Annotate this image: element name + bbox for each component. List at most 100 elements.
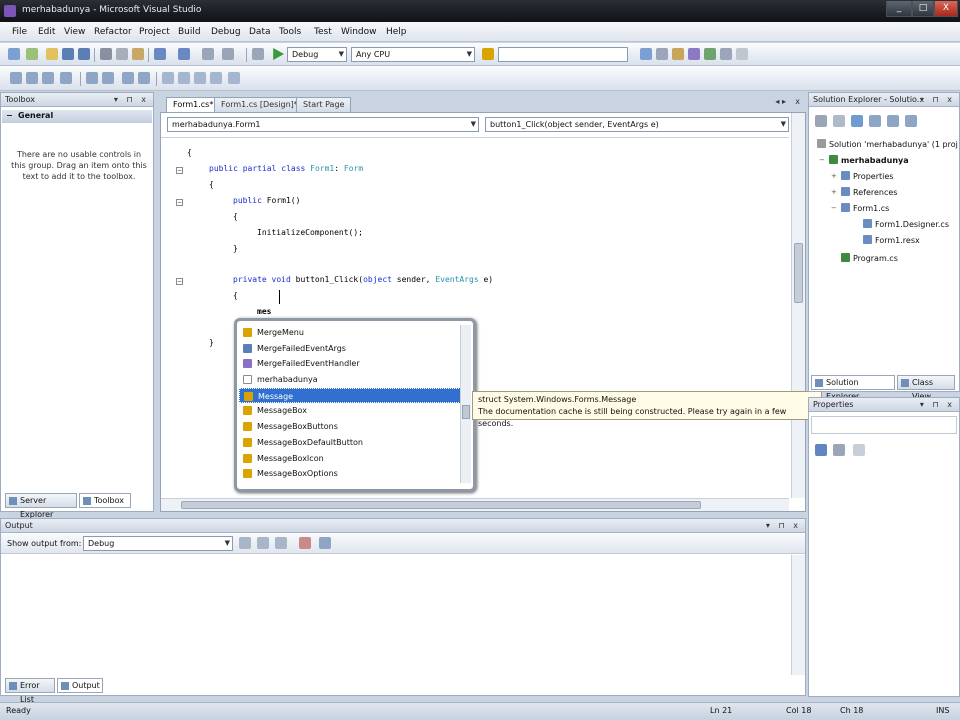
- add-item-icon[interactable]: [26, 48, 38, 60]
- menu-test[interactable]: Test: [314, 27, 332, 37]
- complete-word-icon[interactable]: [60, 72, 72, 84]
- view-code-icon[interactable]: [869, 115, 881, 127]
- format-document-icon[interactable]: [228, 72, 240, 84]
- menu-project[interactable]: Project: [139, 27, 170, 37]
- class-view-icon[interactable]: [720, 48, 732, 60]
- menu-file[interactable]: File: [12, 27, 27, 37]
- menu-window[interactable]: Window: [341, 27, 377, 37]
- alphabetical-icon[interactable]: [833, 444, 845, 456]
- clear-all-icon[interactable]: [299, 537, 311, 549]
- panel-pin-close-icon[interactable]: ▾ ⊓ x: [920, 93, 955, 106]
- menu-view[interactable]: View: [64, 27, 85, 37]
- completion-scrollbar[interactable]: [460, 325, 471, 483]
- find-input[interactable]: [498, 47, 628, 62]
- editor-vertical-scrollbar[interactable]: [791, 113, 805, 498]
- menu-refactor[interactable]: Refactor: [94, 27, 132, 37]
- start-debugging-icon[interactable]: [273, 48, 284, 60]
- undo-icon[interactable]: [154, 48, 166, 60]
- close-button[interactable]: X: [934, 1, 958, 17]
- increase-indent-icon[interactable]: [102, 72, 114, 84]
- clear-bookmarks-icon[interactable]: [210, 72, 222, 84]
- navigate-back-icon[interactable]: [202, 48, 214, 60]
- decrease-indent-icon[interactable]: [86, 72, 98, 84]
- tab-start-page[interactable]: Start Page: [296, 97, 352, 112]
- save-all-icon[interactable]: [78, 48, 90, 60]
- tree-project[interactable]: merhabadunya: [829, 155, 909, 165]
- previous-message-icon[interactable]: [257, 537, 269, 549]
- maximize-button[interactable]: □: [912, 1, 934, 17]
- expand-icon[interactable]: +: [831, 172, 837, 180]
- output-text-area[interactable]: [1, 555, 805, 675]
- toggle-word-wrap-icon[interactable]: [319, 537, 331, 549]
- menu-help[interactable]: Help: [386, 27, 407, 37]
- menu-tools[interactable]: Tools: [279, 27, 301, 37]
- find-in-files-icon[interactable]: [482, 48, 494, 60]
- intellisense-completion-list[interactable]: MergeMenu MergeFailedEventArgs MergeFail…: [234, 318, 476, 492]
- member-navigation-select[interactable]: button1_Click(object sender, EventArgs e…: [485, 117, 789, 132]
- uncomment-icon[interactable]: [138, 72, 150, 84]
- properties-icon[interactable]: [815, 115, 827, 127]
- tab-error-list[interactable]: Error List: [5, 678, 55, 704]
- options-icon[interactable]: [736, 48, 748, 60]
- panel-pin-close-icon[interactable]: ▾ ⊓ x: [114, 93, 149, 106]
- view-designer-icon[interactable]: [887, 115, 899, 127]
- class-navigation-select[interactable]: merhabadunya.Form1 ▼: [167, 117, 479, 132]
- completion-item-selected[interactable]: Message: [239, 387, 461, 404]
- refresh-icon[interactable]: [851, 115, 863, 127]
- minimize-button[interactable]: _: [886, 1, 912, 17]
- show-all-files-icon[interactable]: [833, 115, 845, 127]
- tree-program[interactable]: Program.cs: [841, 253, 898, 263]
- next-message-icon[interactable]: [275, 537, 287, 549]
- tab-form1-cs[interactable]: Form1.cs*: [166, 97, 221, 112]
- tab-server-explorer[interactable]: Server Explorer: [5, 493, 77, 519]
- menu-debug[interactable]: Debug: [211, 27, 241, 37]
- completion-item[interactable]: merhabadunya: [239, 372, 461, 388]
- new-project-icon[interactable]: [8, 48, 20, 60]
- editor-horizontal-scrollbar[interactable]: [161, 498, 789, 511]
- collapse-icon[interactable]: −: [819, 156, 825, 164]
- collapse-icon[interactable]: −: [176, 278, 183, 285]
- cut-icon[interactable]: [100, 48, 112, 60]
- completion-item[interactable]: MessageBoxIcon: [239, 451, 461, 467]
- collapse-icon[interactable]: −: [176, 167, 183, 174]
- scroll-thumb[interactable]: [462, 405, 470, 419]
- comment-out-icon[interactable]: [122, 72, 134, 84]
- tab-toolbox[interactable]: Toolbox: [79, 493, 131, 508]
- close-document-icon[interactable]: x: [795, 97, 800, 106]
- toolbox-group-general[interactable]: General: [2, 110, 152, 123]
- completion-item[interactable]: MergeMenu: [239, 325, 461, 341]
- object-browser-icon[interactable]: [672, 48, 684, 60]
- display-object-member-list-icon[interactable]: [10, 72, 22, 84]
- quick-info-icon[interactable]: [42, 72, 54, 84]
- properties-window-icon[interactable]: [656, 48, 668, 60]
- toolbox-icon[interactable]: [688, 48, 700, 60]
- completion-item[interactable]: MergeFailedEventHandler: [239, 356, 461, 372]
- scroll-thumb[interactable]: [181, 501, 701, 509]
- tree-properties[interactable]: Properties: [841, 171, 893, 181]
- collapse-icon[interactable]: −: [831, 204, 837, 212]
- next-bookmark-icon[interactable]: [194, 72, 206, 84]
- expand-icon[interactable]: +: [831, 188, 837, 196]
- collapse-icon[interactable]: −: [176, 199, 183, 206]
- previous-bookmark-icon[interactable]: [178, 72, 190, 84]
- paste-icon[interactable]: [132, 48, 144, 60]
- properties-object-select[interactable]: [811, 416, 957, 434]
- tree-form1[interactable]: Form1.cs: [841, 203, 889, 213]
- find-message-icon[interactable]: [239, 537, 251, 549]
- comment-icon[interactable]: [252, 48, 264, 60]
- tab-scroll-icon[interactable]: ◂ ▸: [775, 97, 786, 106]
- completion-item[interactable]: MergeFailedEventArgs: [239, 341, 461, 357]
- solution-configuration-select[interactable]: Debug ▼: [287, 47, 347, 62]
- start-page-icon[interactable]: [704, 48, 716, 60]
- completion-item[interactable]: MessageBoxOptions: [239, 466, 461, 482]
- tab-form1-design[interactable]: Form1.cs [Design]*: [214, 97, 305, 112]
- copy-icon[interactable]: [116, 48, 128, 60]
- save-icon[interactable]: [62, 48, 74, 60]
- panel-pin-close-icon[interactable]: ▾ ⊓ x: [766, 519, 801, 532]
- tree-solution[interactable]: Solution 'merhabadunya' (1 proj: [817, 139, 958, 149]
- panel-pin-close-icon[interactable]: ▾ ⊓ x: [920, 398, 955, 411]
- tab-solution-explorer[interactable]: Solution Explorer: [811, 375, 895, 401]
- navigate-forward-icon[interactable]: [222, 48, 234, 60]
- menu-build[interactable]: Build: [178, 27, 201, 37]
- solution-platform-select[interactable]: Any CPU ▼: [351, 47, 475, 62]
